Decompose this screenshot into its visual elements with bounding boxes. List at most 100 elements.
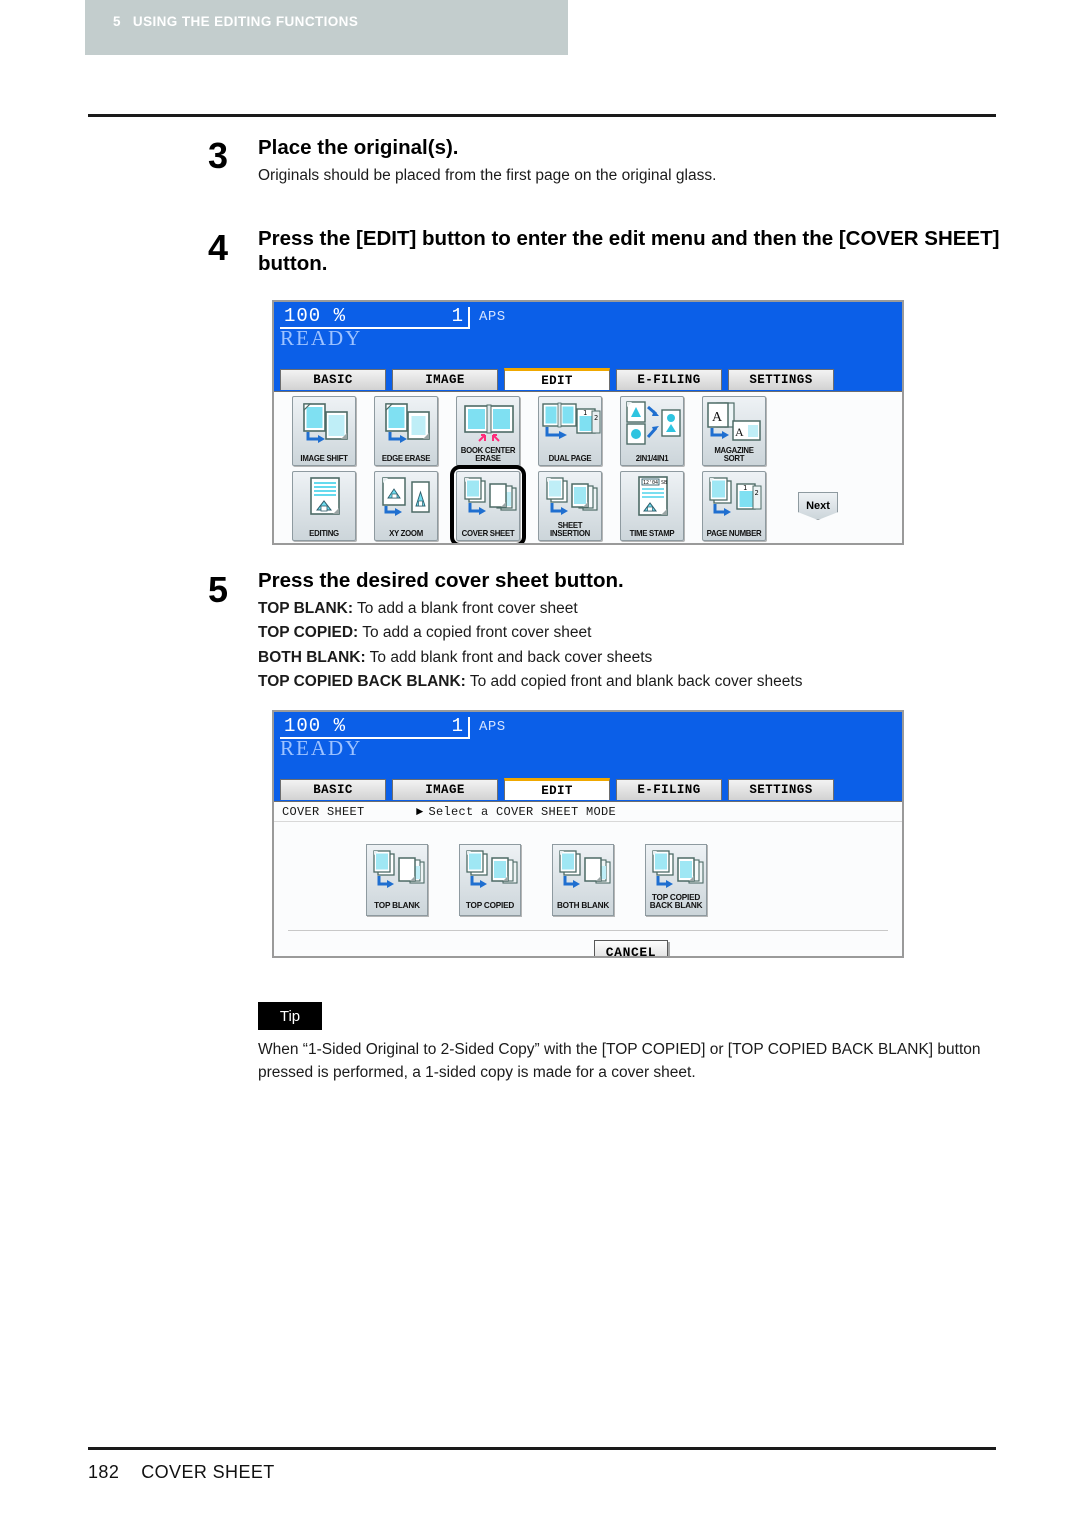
step-5-number: 5 [208,569,229,610]
tab-image-edit[interactable]: IMAGE [392,369,498,390]
step-5: 5 Press the desired cover sheet button. … [208,568,1008,694]
button-time-stamp[interactable]: 12'04 SB TIME STAMP [620,471,684,541]
button-dual-page[interactable]: 1 2 DUAL PAGE [538,396,602,466]
svg-text:2: 2 [594,414,598,422]
step-5-line-4: TOP COPIED BACK BLANK: To add copied fro… [258,671,1008,693]
step-5-line-2: TOP COPIED: To add a copied front cover … [258,622,1008,644]
button-top-copied-back-blank[interactable]: TOP COPIED BACK BLANK [645,844,707,916]
cancel-button[interactable]: CANCEL [594,940,668,958]
step-5-line-1-desc: To add a blank front cover sheet [353,600,578,617]
button-sheet-insertion-label: SHEET INSERTION [550,519,590,539]
button-cover-sheet-label: COVER SHEET [461,528,515,539]
tab-settings-cover[interactable]: SETTINGS [728,779,834,800]
button-edge-erase-label: EDGE ERASE [381,453,431,464]
tab-efiling-edit[interactable]: E-FILING [616,369,722,390]
button-cover-sheet[interactable]: COVER SHEET [456,471,520,541]
copy-count-cover: 1 [451,715,464,737]
cancel-button-label: CANCEL [605,944,657,958]
tab-efiling-cover[interactable]: E-FILING [616,779,722,800]
cover-sheet-subbar: COVER SHEET ► Select a COVER SHEET MODE [274,802,902,822]
footer-section-title: COVER SHEET [141,1462,275,1482]
button-magazine-sort-label: MAGAZINE SORT [714,444,754,464]
button-top-copied[interactable]: TOP COPIED [459,844,521,916]
step-5-line-4-label: TOP COPIED BACK BLANK: [258,673,466,691]
cover-sheet-icon [457,476,519,522]
cover-sheet-divider [288,930,888,931]
zoom-ratio-value-edit: 100 [284,305,322,327]
image-shift-icon [293,401,355,447]
footer-page-number: 182 [88,1462,120,1482]
step-3: 3 Place the original(s). Originals shoul… [208,135,1008,187]
header-rule [88,114,996,117]
chapter-title: USING THE EDITING FUNCTIONS [132,14,359,29]
button-xy-zoom-label: XY ZOOM [389,528,423,539]
button-2in1-4in1[interactable]: 2IN1/4IN1 [620,396,684,466]
svg-text:1: 1 [583,409,587,417]
step-5-line-2-label: TOP COPIED: [258,624,359,642]
page-number-icon: 1 2 [703,476,765,522]
edge-erase-icon [375,401,437,447]
editing-icon [293,476,355,522]
tab-basic-edit[interactable]: BASIC [280,369,386,390]
tab-settings-edit[interactable]: SETTINGS [728,369,834,390]
cover-sheet-subbar-title: COVER SHEET [282,805,365,819]
button-magazine-sort[interactable]: A A MAGAZINE SORT [702,396,766,466]
step-5-line-2-desc: To add a copied front cover sheet [358,624,592,642]
zoom-ratio-value-cover: 100 [284,715,322,737]
time-stamp-icon: 12'04 SB [621,476,683,522]
button-top-blank[interactable]: TOP BLANK [366,844,428,916]
button-both-blank[interactable]: BOTH BLANK [552,844,614,916]
lcd-panel-cover-sheet: 100 % 1 APS READY BASIC IMAGE EDIT E-FIL… [272,710,904,958]
chapter-number: 5 [113,14,121,29]
step-4-title: Press the [EDIT] button to enter the edi… [258,227,1000,275]
machine-state-edit: READY [280,326,363,350]
button-dual-page-label: DUAL PAGE [548,453,592,464]
button-edge-erase[interactable]: EDGE ERASE [374,396,438,466]
button-editing-label: EDITING [309,528,339,539]
top-copied-back-blank-icon [646,849,706,895]
step-4: 4 Press the [EDIT] button to enter the e… [208,226,1008,276]
step-3-number: 3 [208,135,229,176]
button-editing[interactable]: EDITING [292,471,356,541]
paper-mode-label-cover: APS [479,719,506,735]
lcd-status-area-edit: 100 % 1 APS READY [274,302,902,368]
tip-text: When “1-Sided Original to 2-Sided Copy” … [258,1041,981,1082]
button-xy-zoom[interactable]: XY ZOOM [374,471,438,541]
button-book-center-erase[interactable]: BOOK CENTER ERASE [456,396,520,466]
sheet-insertion-icon [539,476,601,522]
copy-count-edit: 1 [451,305,464,327]
button-page-number[interactable]: 1 2 PAGE NUMBER [702,471,766,541]
xy-zoom-icon [375,476,437,522]
lcd-content-cover: COVER SHEET ► Select a COVER SHEET MODE [274,801,902,958]
top-blank-icon [367,849,427,895]
button-top-copied-back-blank-label: TOP COPIED BACK BLANK [649,892,703,911]
step-4-number: 4 [208,227,229,268]
step-5-title: Press the desired cover sheet button. [258,569,624,592]
edit-function-grid: IMAGE SHIFT EDGE ERASE BOOK CENTER ERASE… [274,392,902,543]
tab-image-cover[interactable]: IMAGE [392,779,498,800]
button-sheet-insertion[interactable]: SHEET INSERTION [538,471,602,541]
lcd-status-area-cover: 100 % 1 APS READY [274,712,902,778]
book-center-erase-icon [457,401,519,447]
tab-edit-edit[interactable]: EDIT [504,368,610,390]
next-button[interactable]: Next [798,492,838,520]
button-image-shift[interactable]: IMAGE SHIFT [292,396,356,466]
chapter-header-text: 5 USING THE EDITING FUNCTIONS [113,14,358,29]
button-time-stamp-label: TIME STAMP [629,528,675,539]
cover-sheet-prompt: ► Select a COVER SHEET MODE [416,805,616,819]
button-2in1-4in1-label: 2IN1/4IN1 [635,453,669,464]
tab-bar-edit: BASIC IMAGE EDIT E-FILING SETTINGS [274,368,902,391]
svg-text:A: A [712,410,723,425]
tip-badge: Tip [258,1002,322,1030]
step-5-line-1-label: TOP BLANK: [258,600,354,617]
chapter-header-bar: 5 USING THE EDITING FUNCTIONS [85,0,568,55]
svg-text:1: 1 [743,484,747,492]
next-button-label: Next [806,500,830,512]
percent-symbol-cover: % [333,715,347,737]
tab-basic-cover[interactable]: BASIC [280,779,386,800]
step-3-body: Originals should be placed from the firs… [258,167,717,184]
button-top-blank-label: TOP BLANK [374,901,420,911]
button-book-center-erase-label: BOOK CENTER ERASE [460,444,516,464]
tab-edit-cover[interactable]: EDIT [504,778,610,800]
button-page-number-label: PAGE NUMBER [706,528,762,539]
